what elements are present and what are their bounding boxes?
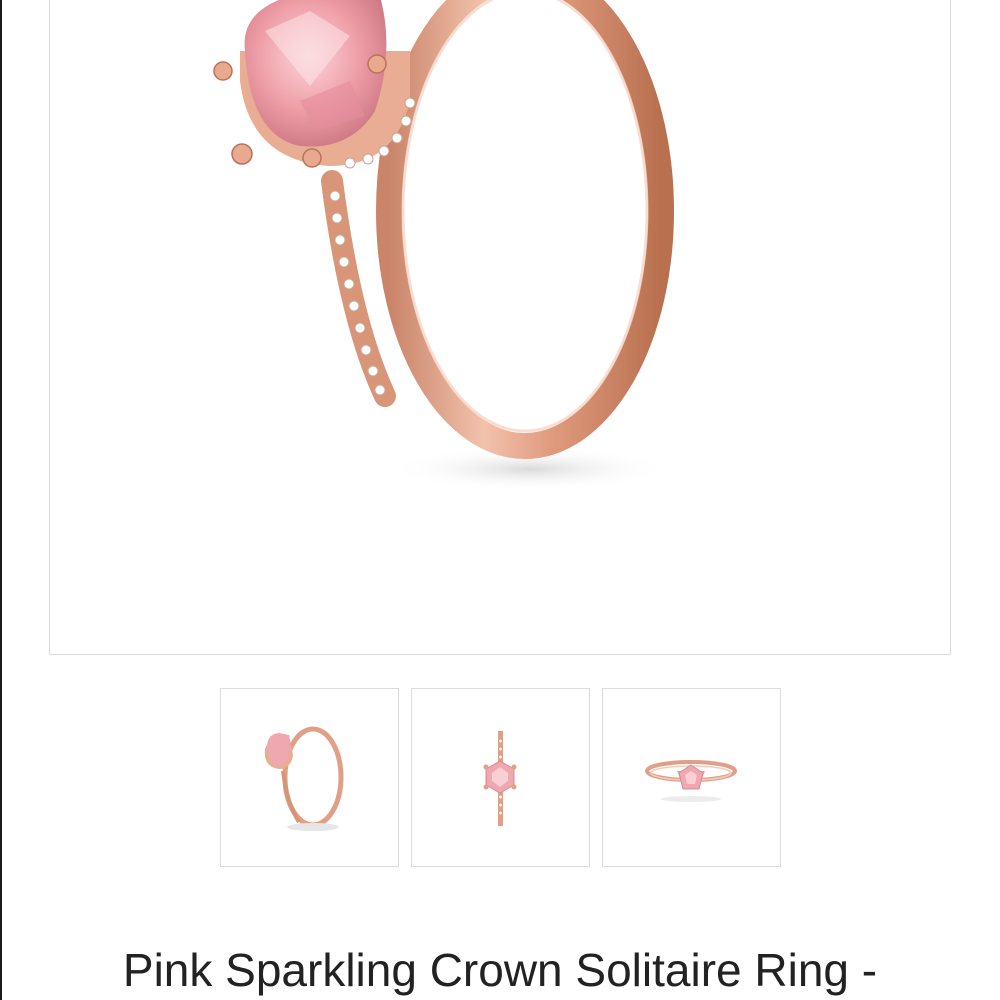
window-edge	[0, 0, 2, 1000]
product-page: Pink Sparkling Crown Solitaire Ring -	[0, 0, 1000, 1000]
product-title: Pink Sparkling Crown Solitaire Ring -	[122, 944, 878, 996]
thumbnail-top-down-view[interactable]	[411, 688, 590, 867]
thumbnail-front-view[interactable]	[602, 688, 781, 867]
thumbnail-angled-view[interactable]	[220, 688, 399, 867]
main-product-image[interactable]	[49, 0, 951, 655]
thumbnail-strip	[220, 688, 782, 868]
